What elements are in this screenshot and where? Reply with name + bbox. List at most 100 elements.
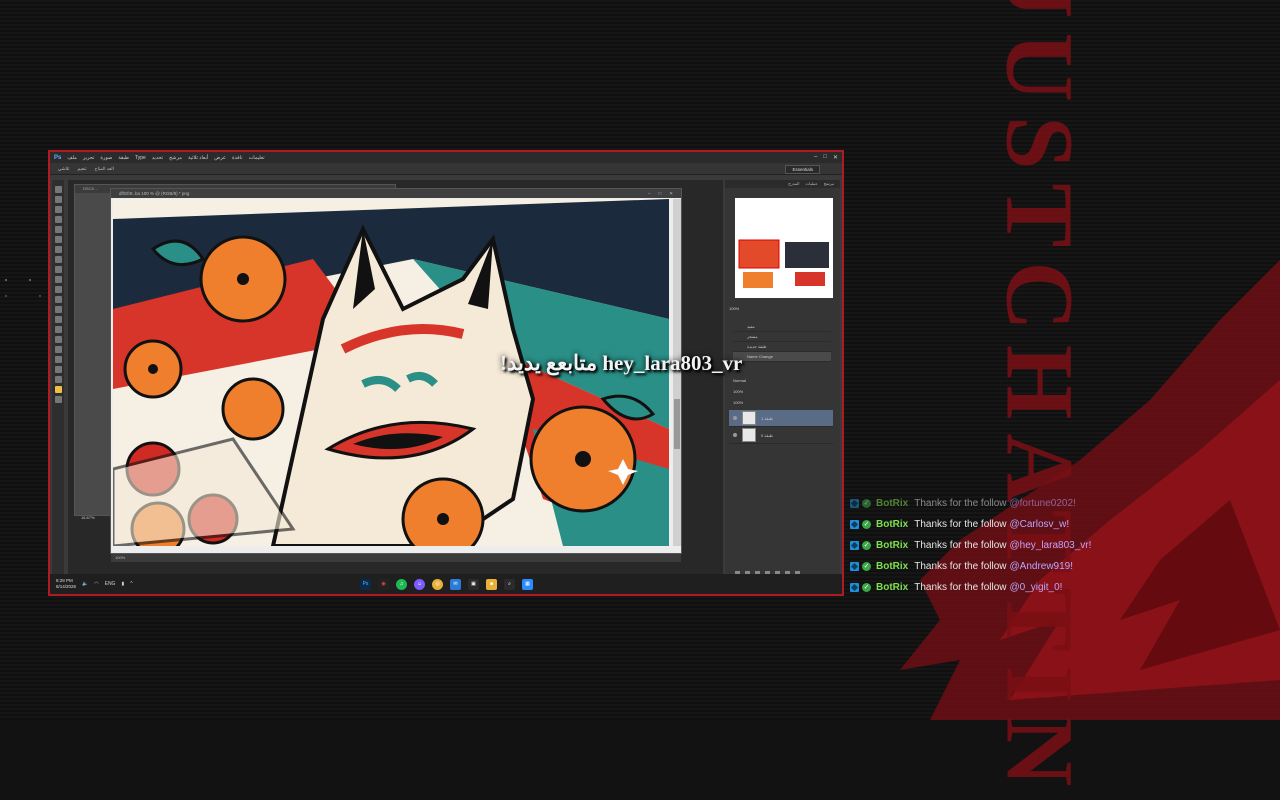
mail-app-icon[interactable]: ✉ — [450, 579, 461, 590]
spotify-app-icon[interactable]: ♫ — [396, 579, 407, 590]
chat-text: Thanks for the follow — [914, 498, 1007, 509]
chat-username: BotRix — [876, 582, 909, 593]
eye-icon[interactable] — [733, 433, 737, 437]
option-item[interactable]: تلاشي — [58, 166, 69, 172]
navigator-zoom[interactable]: 100% — [729, 306, 739, 311]
shape-tool-icon[interactable] — [54, 356, 62, 363]
menu-item[interactable]: طبقة — [118, 155, 129, 161]
option-item[interactable]: تنعيم — [77, 166, 86, 172]
chat-text: Thanks for the follow — [914, 561, 1007, 572]
healing-tool-icon[interactable] — [54, 246, 62, 253]
opacity-field[interactable]: 100% — [733, 386, 833, 397]
scroll-thumb[interactable] — [674, 399, 680, 449]
verified-badge-icon: ✓ — [862, 562, 871, 571]
menu-item[interactable]: تعليمات — [249, 155, 265, 161]
menu-item[interactable]: أبعاد ثلاثية — [188, 155, 208, 161]
taskbar-clock[interactable]: 8:28 PM 8/14/2026 — [56, 578, 82, 590]
gradient-tool-icon[interactable] — [54, 296, 62, 303]
history-row[interactable]: طبقة جديدة — [733, 342, 831, 352]
history-row[interactable]: Name Change — [733, 352, 831, 362]
blur-tool-icon[interactable] — [54, 306, 62, 313]
minimize-button[interactable]: – — [814, 154, 817, 161]
discord-app-icon[interactable]: ☺ — [414, 579, 425, 590]
chrome-app-icon[interactable]: ◎ — [432, 579, 443, 590]
brush-tool-icon[interactable] — [54, 256, 62, 263]
wand-tool-icon[interactable] — [54, 216, 62, 223]
crop-tool-icon[interactable] — [54, 226, 62, 233]
menu-item[interactable]: مرشح — [169, 155, 182, 161]
doc-maximize-button[interactable]: □ — [659, 189, 662, 198]
workspace-select[interactable]: Essentials — [785, 165, 820, 174]
active-document-tab[interactable]: dlfGfr8..ba 100 % @ (RGB/8) * png – □ ✕ — [111, 189, 681, 198]
history-row[interactable]: تنفيذ — [733, 322, 831, 332]
eraser-tool-icon[interactable] — [54, 286, 62, 293]
path-tool-icon[interactable] — [54, 346, 62, 353]
windows-taskbar: 8:28 PM 8/14/2026 🔈 ◠ ENG ▮ ^ Ps ◉ ♫ ☺ ◎… — [50, 574, 842, 594]
move-tool-icon[interactable] — [54, 186, 62, 193]
zoom-tool-icon[interactable] — [54, 376, 62, 383]
marquee-tool-icon[interactable] — [54, 196, 62, 203]
panel-tab[interactable]: مرشح — [824, 180, 834, 188]
quick-mask-icon[interactable] — [54, 396, 62, 403]
start-menu-icon[interactable]: ▦ — [522, 579, 533, 590]
pen-tool-icon[interactable] — [54, 326, 62, 333]
menu-item[interactable]: نافذة — [232, 155, 243, 161]
system-tray: 🔈 ◠ ENG ▮ ^ — [82, 581, 133, 587]
type-tool-icon[interactable] — [54, 336, 62, 343]
menu-item[interactable]: ملف — [67, 155, 77, 161]
hand-tool-icon[interactable] — [54, 366, 62, 373]
option-item[interactable]: العد المتاح — [95, 166, 114, 172]
chat-mention: @Andrew919! — [1009, 561, 1074, 572]
layers-panel: طبقة 1 طبقة 0 — [729, 410, 833, 444]
verified-badge-icon: ✓ — [862, 541, 871, 550]
chat-text: Thanks for the follow — [914, 540, 1007, 551]
chat-message: ✓ BotRix Thanks for the follow @fortune0… — [850, 493, 1130, 514]
bot-icon — [850, 541, 859, 550]
search-icon[interactable]: ⌕ — [504, 579, 515, 590]
panel-tab[interactable]: المدرج — [788, 180, 799, 188]
layer-row[interactable]: طبقة 1 — [729, 410, 833, 427]
doc-close-button[interactable]: ✕ — [669, 189, 673, 198]
blend-mode-select[interactable]: Normal — [733, 375, 833, 386]
recorder-app-icon[interactable]: ◉ — [378, 579, 389, 590]
speaker-icon[interactable]: 🔈 — [82, 581, 88, 587]
layer-thumbnail — [742, 428, 756, 442]
menu-item[interactable]: Type — [135, 155, 146, 161]
history-row[interactable]: مشجر — [733, 332, 831, 342]
chevron-up-icon[interactable]: ^ — [130, 581, 132, 587]
chat-username: BotRix — [876, 561, 909, 572]
menu-item[interactable]: عرض — [214, 155, 226, 161]
dodge-tool-icon[interactable] — [54, 316, 62, 323]
history-brush-icon[interactable] — [54, 276, 62, 283]
battery-icon[interactable]: ▮ — [121, 581, 124, 587]
close-button[interactable]: ✕ — [833, 154, 838, 161]
layer-row[interactable]: طبقة 0 — [729, 427, 833, 444]
stamp-tool-icon[interactable] — [54, 266, 62, 273]
fill-field[interactable]: 100% — [733, 397, 833, 408]
menu-item[interactable]: تحرير — [83, 155, 95, 161]
chat-username: BotRix — [876, 519, 909, 530]
language-indicator[interactable]: ENG — [105, 581, 116, 587]
eye-icon[interactable] — [733, 416, 737, 420]
menu-item[interactable]: تحديد — [152, 155, 163, 161]
store-app-icon[interactable]: ▣ — [468, 579, 479, 590]
bot-icon — [850, 499, 859, 508]
layer-name: طبقة 1 — [761, 415, 773, 421]
panel-tab[interactable]: عمليات — [805, 180, 817, 188]
eyedropper-tool-icon[interactable] — [54, 236, 62, 243]
doc-minimize-button[interactable]: – — [648, 189, 651, 198]
chat-overlay: ✓ BotRix Thanks for the follow @fortune0… — [850, 493, 1130, 598]
document-area: DSC8 ... 16.67% dlfGfr8..ba 100 % @ (RGB… — [68, 180, 723, 580]
chat-message: ✓ BotRix Thanks for the follow @Andrew91… — [850, 556, 1130, 577]
follower-alert: !متابعع يديد hey_lara803_vr — [500, 351, 743, 375]
menu-item[interactable]: صورة — [100, 155, 112, 161]
file-explorer-icon[interactable]: ■ — [486, 579, 497, 590]
wifi-icon[interactable]: ◠ — [94, 581, 98, 587]
maximize-button[interactable]: □ — [823, 154, 827, 161]
bot-icon — [850, 520, 859, 529]
photoshop-app-icon[interactable]: Ps — [360, 579, 371, 590]
lasso-tool-icon[interactable] — [54, 206, 62, 213]
foreground-color-swatch[interactable] — [54, 386, 62, 393]
taskbar-apps: Ps ◉ ♫ ☺ ◎ ✉ ▣ ■ ⌕ ▦ — [360, 579, 533, 590]
navigator-preview[interactable] — [735, 198, 833, 298]
